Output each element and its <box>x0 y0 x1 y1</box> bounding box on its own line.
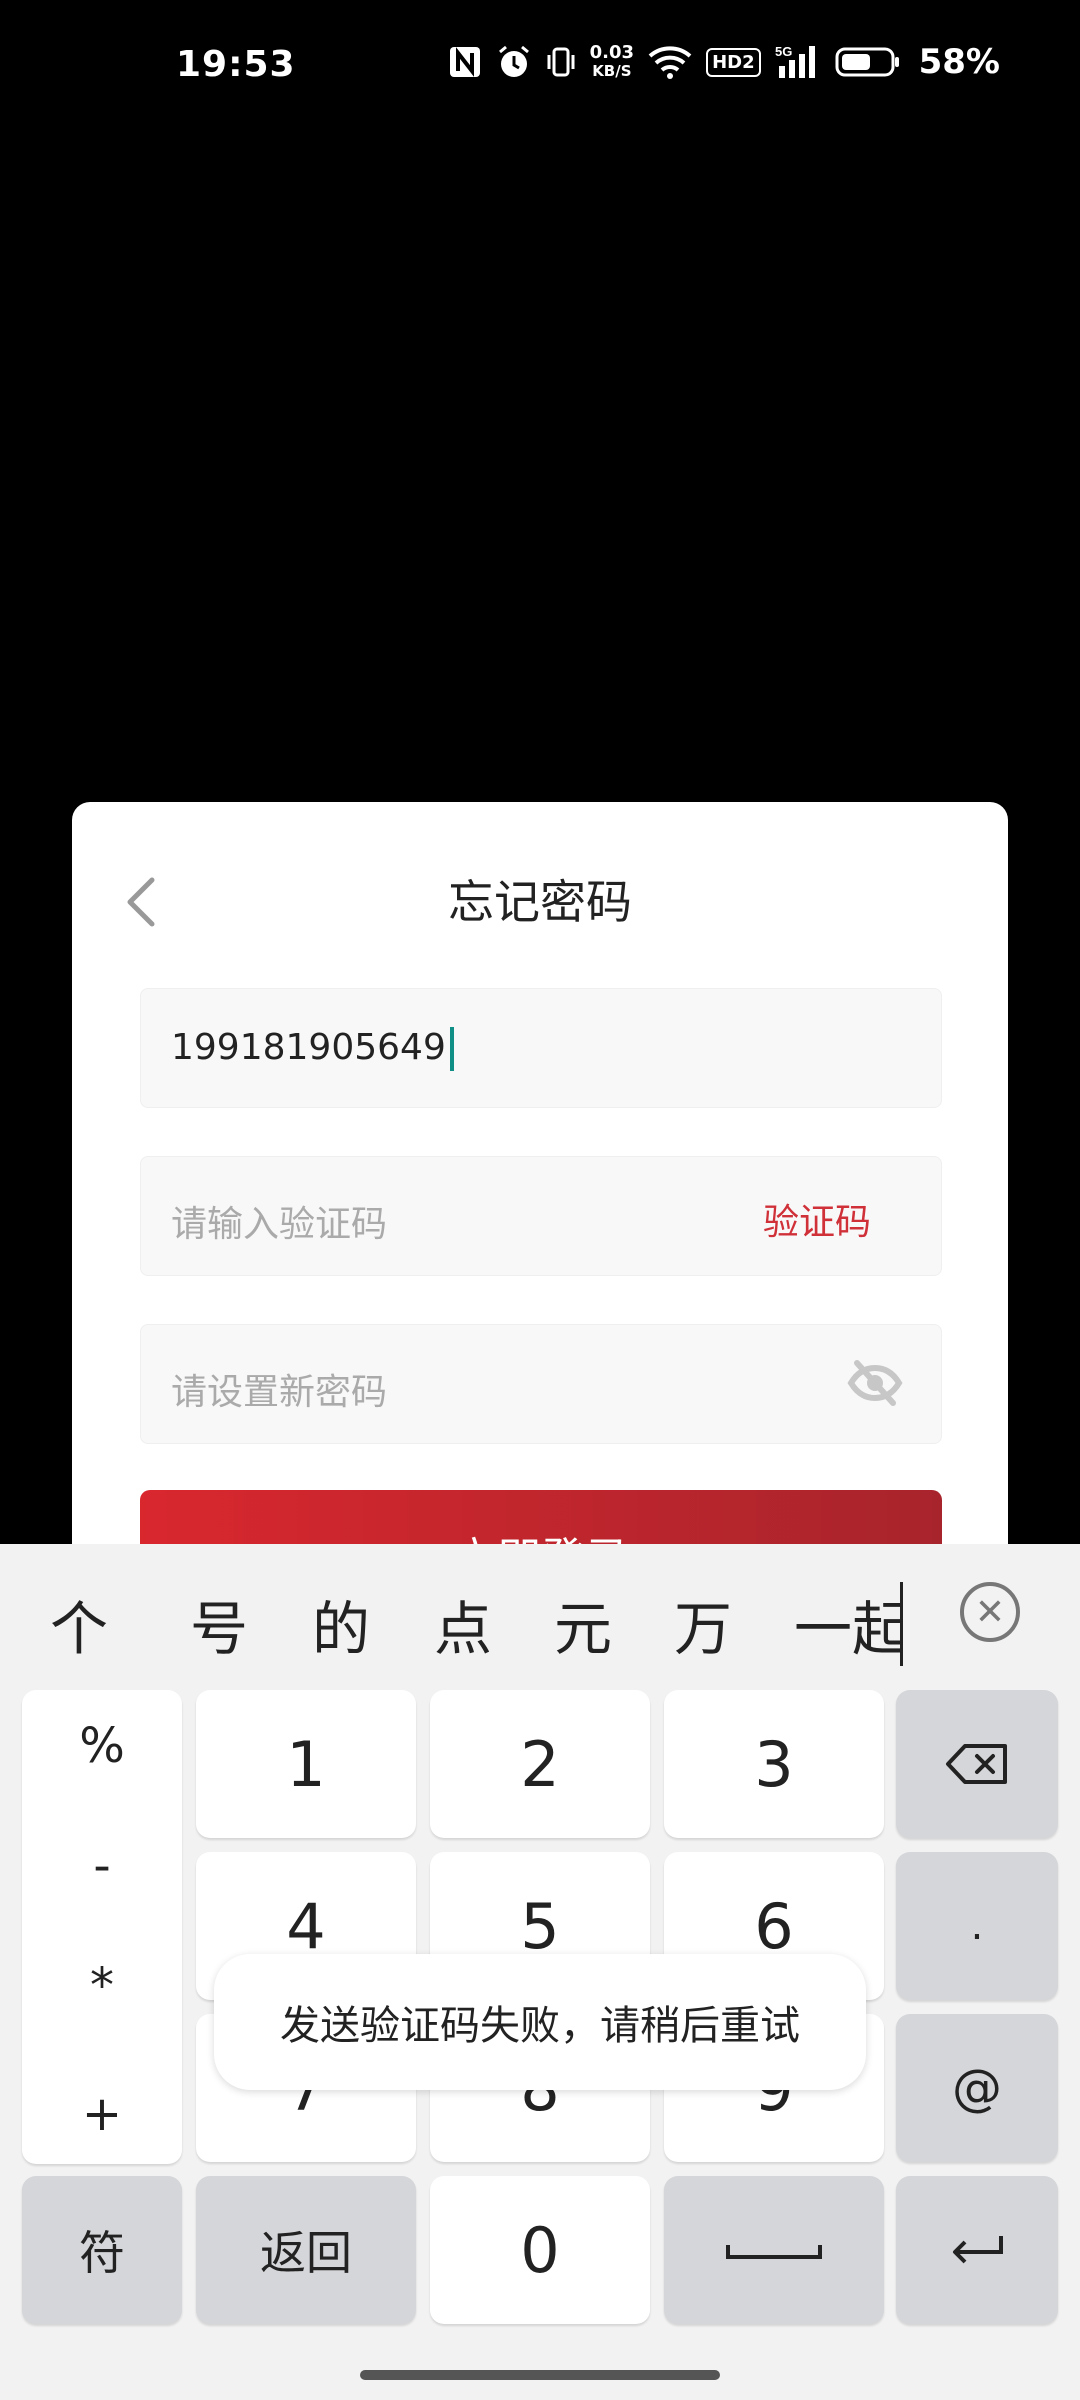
backspace-key[interactable] <box>896 1690 1058 1838</box>
battery-percent: 58% <box>918 42 1000 82</box>
verification-code-input[interactable]: 请输入验证码 验证码 <box>140 1156 942 1276</box>
back-key-label: 返回 <box>260 2226 352 2280</box>
text-caret <box>449 1027 454 1071</box>
vibrate-icon <box>546 45 576 79</box>
symbol-key[interactable]: + <box>22 2086 182 2142</box>
get-code-button[interactable]: 验证码 <box>763 1193 871 1245</box>
candidate-item[interactable]: 的 <box>312 1582 370 1666</box>
alarm-icon <box>496 44 532 80</box>
close-candidates-icon[interactable]: ✕ <box>960 1582 1020 1642</box>
phone-input[interactable]: 199181905649 <box>140 988 942 1108</box>
dialog-title: 忘记密码 <box>448 875 632 929</box>
dot-key[interactable]: . <box>896 1852 1058 2000</box>
candidate-item[interactable]: 个 <box>50 1582 108 1666</box>
back-key[interactable]: 返回 <box>196 2176 416 2324</box>
candidate-item[interactable]: 元 <box>554 1582 612 1666</box>
network-speed-value: 0.03 <box>589 42 635 63</box>
candidate-bar: 个 号 的 点 元 万 一起 ✕ <box>0 1544 1080 1684</box>
candidate-item[interactable]: 一起 <box>794 1582 903 1666</box>
enter-key[interactable] <box>896 2176 1058 2324</box>
network-speed: 0.03 KB/S <box>589 42 635 81</box>
backspace-icon <box>946 1744 1007 1784</box>
key-3[interactable]: 3 <box>664 1690 884 1838</box>
enter-icon <box>953 2236 1003 2264</box>
signal-icon: 5G <box>775 44 821 80</box>
candidate-item[interactable]: 点 <box>434 1582 492 1666</box>
password-placeholder: 请设置新密码 <box>171 1372 388 1413</box>
at-key[interactable]: @ <box>896 2014 1058 2162</box>
network-speed-unit: KB/S <box>592 62 632 80</box>
new-password-input[interactable]: 请设置新密码 <box>140 1324 942 1444</box>
nfc-icon <box>448 45 482 79</box>
eye-off-icon[interactable] <box>845 1353 905 1413</box>
symbol-switch-label: 符 <box>79 2226 125 2280</box>
wifi-icon <box>648 44 692 80</box>
error-toast: 发送验证码失败，请稍后重试 <box>214 1954 866 2090</box>
battery-icon <box>835 46 901 78</box>
symbol-key[interactable]: * <box>22 1958 182 2014</box>
space-key[interactable] <box>664 2176 884 2324</box>
hd-voice-badge: HD2 <box>706 47 761 77</box>
symbol-column: % - * + <box>22 1690 182 2164</box>
home-indicator[interactable] <box>360 2370 720 2380</box>
space-icon <box>726 2245 822 2259</box>
phone-value: 199181905649 <box>171 1027 454 1071</box>
candidate-item[interactable]: 号 <box>190 1582 248 1666</box>
key-1[interactable]: 1 <box>196 1690 416 1838</box>
code-placeholder: 请输入验证码 <box>171 1204 388 1245</box>
status-icons: 0.03 KB/S HD2 5G 58% <box>448 42 1000 82</box>
status-bar: 19:53 0.03 KB/S HD2 5G 58% <box>0 0 1080 140</box>
symbol-switch-key[interactable]: 符 <box>22 2176 182 2324</box>
key-0[interactable]: 0 <box>430 2176 650 2324</box>
symbol-key[interactable]: % <box>22 1718 182 1774</box>
status-time: 19:53 <box>176 44 296 85</box>
candidate-item[interactable]: 万 <box>674 1582 732 1666</box>
svg-text:5G: 5G <box>775 44 792 59</box>
key-2[interactable]: 2 <box>430 1690 650 1838</box>
symbol-key[interactable]: - <box>22 1838 182 1894</box>
